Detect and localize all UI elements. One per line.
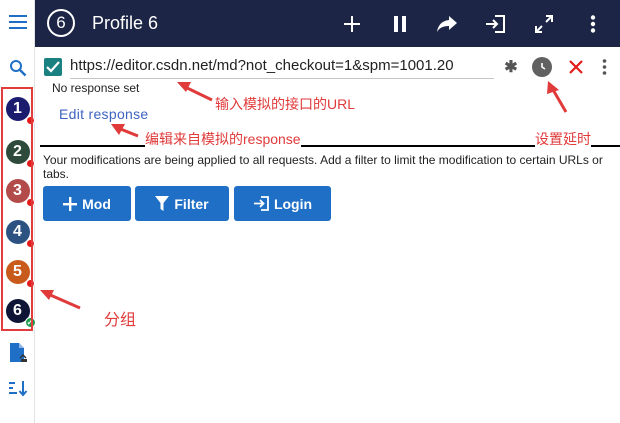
annotation-delay: 设置延时 — [535, 129, 591, 149]
annotation-response: 编辑来自模拟的response — [145, 129, 301, 149]
app-root: 1 2 3 4 5 6 ✓ 6 Profile 6 https://editor… — [0, 0, 620, 423]
annotation-url: 输入模拟的接口的URL — [215, 94, 356, 114]
annotation-group: 分组 — [104, 306, 137, 330]
annotation-arrows — [40, 81, 568, 310]
